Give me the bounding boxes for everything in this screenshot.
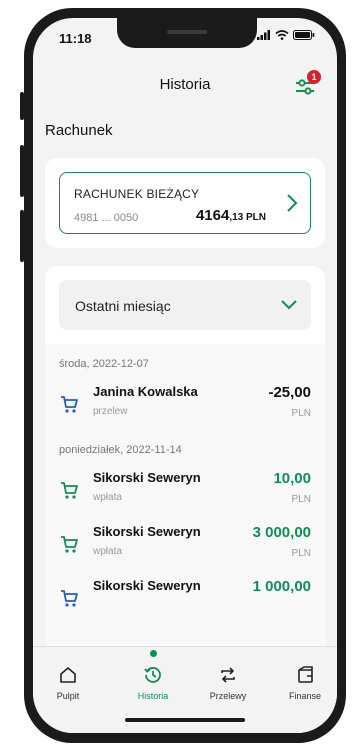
active-indicator [150,650,157,657]
transaction-list: środa, 2022-12-07 Janina Kowalska przele… [45,344,325,666]
history-card: Ostatni miesiąc środa, 2022-12-07 Janina… [45,266,325,666]
nav-item-pulpit[interactable]: Pulpit [38,665,98,701]
transaction-row[interactable]: Sikorski Seweryn wpłata 10,00 PLN [45,470,325,520]
side-button [20,210,24,262]
header: Historia 1 [33,62,337,102]
status-icons [257,30,315,40]
filter-button[interactable]: 1 [293,70,321,100]
account-balance: 4164,13 PLN [196,207,266,224]
period-select[interactable]: Ostatni miesiąc [59,280,311,330]
page-title: Historia [159,76,211,93]
nav-label: Finanse [288,691,322,701]
side-button [20,92,24,120]
transaction-type: wpłata [93,492,122,503]
wifi-icon [275,30,289,40]
notch [117,18,257,48]
transaction-amount: 1 000,00 [252,578,311,595]
history-icon [144,667,161,683]
cart-icon [61,536,78,553]
finance-icon [298,666,313,683]
transaction-name: Sikorski Seweryn [93,578,201,593]
transaction-name: Sikorski Seweryn [93,470,201,485]
chevron-down-icon [281,300,297,310]
transaction-amount: -25,00 [268,384,311,401]
cart-icon [61,482,78,499]
account-number: 4981 ... 0050 [74,212,139,224]
status-time: 11:18 [59,31,92,46]
transaction-currency: PLN [291,494,311,505]
screen: 11:18 Historia 1 Rachunek RACHUNEK BIEŻĄ… [33,18,337,733]
battery-icon [293,30,315,40]
transaction-row[interactable]: Janina Kowalska przelew -25,00 PLN [45,384,325,434]
nav-item-historia[interactable]: Historia [123,665,183,701]
transaction-amount: 10,00 [273,470,311,487]
side-button [20,145,24,197]
status-bar: 11:18 [33,18,337,58]
speaker [167,30,207,34]
account-tile[interactable]: RACHUNEK BIEŻĄCY 4981 ... 0050 4164,13 P… [59,172,311,234]
nav-label: Historia [137,691,169,701]
nav-label: Przelewy [209,691,247,701]
section-title: Rachunek [45,122,113,139]
transaction-amount: 3 000,00 [252,524,311,541]
home-indicator [125,718,245,722]
chevron-right-icon [287,194,298,212]
home-icon [60,667,76,683]
transaction-type: przelew [93,406,128,417]
cart-icon [61,396,78,413]
signal-icon [257,30,270,40]
balance-decimal: ,13 PLN [229,212,266,223]
transaction-name: Sikorski Seweryn [93,524,201,539]
period-label: Ostatni miesiąc [75,298,171,314]
cart-icon [61,590,78,607]
nav-item-finanse[interactable]: Finanse [275,665,335,701]
transaction-row[interactable]: Sikorski Seweryn 1 000,00 [45,578,325,628]
transaction-type: wpłata [93,546,122,557]
account-card: RACHUNEK BIEŻĄCY 4981 ... 0050 4164,13 P… [45,158,325,248]
transaction-name: Janina Kowalska [93,384,198,399]
transaction-currency: PLN [291,408,311,419]
filter-badge: 1 [307,70,321,84]
account-name: RACHUNEK BIEŻĄCY [74,187,200,201]
nav-label: Pulpit [56,691,80,701]
transaction-currency: PLN [291,548,311,559]
date-header: poniedziałek, 2022-11-14 [59,444,182,456]
transaction-row[interactable]: Sikorski Seweryn wpłata 3 000,00 PLN [45,524,325,574]
nav-item-przelewy[interactable]: Przelewy [198,665,258,701]
transfer-icon [221,667,235,683]
date-header: środa, 2022-12-07 [59,358,149,370]
balance-main: 4164 [195,207,230,224]
